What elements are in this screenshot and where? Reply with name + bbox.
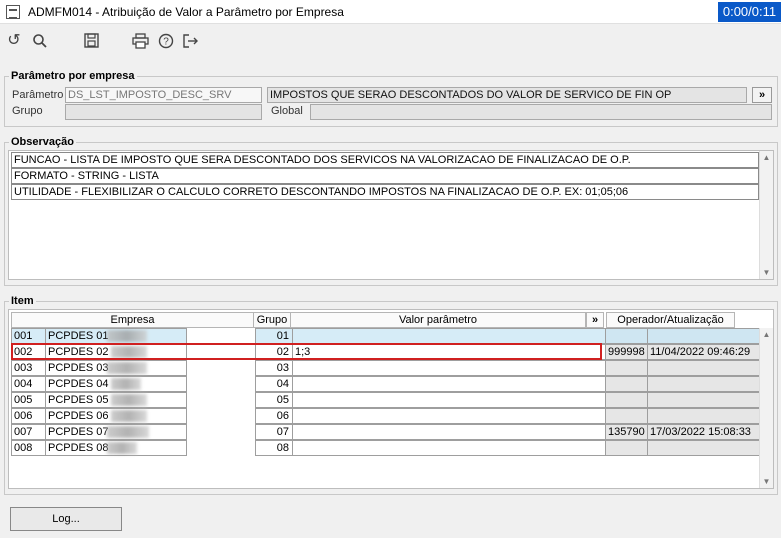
row-grupo: 07 — [255, 424, 293, 440]
row-code: 008 — [11, 440, 46, 456]
observacao-scrollbar[interactable]: ▲ ▼ — [759, 151, 773, 279]
header-valor[interactable]: Valor parâmetro — [290, 312, 586, 328]
observacao-legend: Observação — [11, 136, 74, 148]
redacted-area — [111, 394, 147, 406]
row-operador — [605, 440, 648, 456]
row-operador — [605, 328, 648, 344]
expand-param-button[interactable]: » — [752, 87, 772, 103]
row-data — [647, 392, 761, 408]
observacao-line-2: FORMATO - STRING - LISTA — [11, 168, 759, 184]
row-operador: 999998 — [605, 344, 648, 360]
grupo-label: Grupo — [12, 105, 43, 117]
scroll-down-icon[interactable]: ▼ — [762, 477, 771, 486]
redacted-area — [111, 378, 141, 390]
row-data — [647, 408, 761, 424]
row-grupo: 04 — [255, 376, 293, 392]
window-title: ADMFM014 - Atribuição de Valor a Parâmet… — [28, 5, 344, 19]
row-data — [647, 360, 761, 376]
row-grupo: 08 — [255, 440, 293, 456]
svg-text:?: ? — [163, 37, 169, 48]
redacted-area — [107, 426, 149, 438]
scroll-up-icon[interactable]: ▲ — [762, 330, 771, 339]
title-bar: ADMFM014 - Atribuição de Valor a Parâmet… — [0, 0, 781, 24]
row-data — [647, 376, 761, 392]
redacted-area — [107, 330, 147, 342]
row-data — [647, 440, 761, 456]
search-icon[interactable] — [29, 30, 51, 52]
parametro-description: IMPOSTOS QUE SERAO DESCONTADOS DO VALOR … — [267, 87, 747, 103]
row-code: 004 — [11, 376, 46, 392]
row-operador — [605, 376, 648, 392]
row-valor[interactable] — [292, 376, 606, 392]
row-operador — [605, 360, 648, 376]
parametro-field[interactable]: DS_LST_IMPOSTO_DESC_SRV — [65, 87, 262, 103]
row-data: 17/03/2022 15:08:33 — [647, 424, 761, 440]
row-valor[interactable] — [292, 360, 606, 376]
row-data: 11/04/2022 09:46:29 — [647, 344, 761, 360]
redacted-area — [107, 362, 147, 374]
param-section-legend: Parâmetro por empresa — [11, 70, 135, 82]
row-valor[interactable] — [292, 392, 606, 408]
table-row[interactable]: 008 PCPDES 08 08 — [11, 440, 761, 456]
exit-icon[interactable] — [179, 30, 201, 52]
item-grid-scrollbar[interactable]: ▲ ▼ — [759, 328, 773, 488]
row-valor[interactable] — [292, 424, 606, 440]
row-code: 006 — [11, 408, 46, 424]
highlighted-row-outline — [11, 343, 602, 360]
table-row[interactable]: 001 PCPDES 01 01 — [11, 328, 761, 344]
observacao-line-1: FUNCAO - LISTA DE IMPOSTO QUE SERA DESCO… — [11, 152, 759, 168]
scroll-up-icon[interactable]: ▲ — [762, 153, 771, 162]
row-grupo: 06 — [255, 408, 293, 424]
item-legend: Item — [11, 295, 34, 307]
app-icon — [6, 5, 20, 19]
row-grupo: 01 — [255, 328, 293, 344]
redacted-area — [111, 410, 147, 422]
recording-timer: 0:00/0:11 — [718, 2, 781, 22]
table-row[interactable]: 004 PCPDES 04 04 — [11, 376, 761, 392]
observacao-line-3: UTILIDADE - FLEXIBILIZAR O CALCULO CORRE… — [11, 184, 759, 200]
row-operador — [605, 392, 648, 408]
row-code: 003 — [11, 360, 46, 376]
table-row[interactable]: 007 PCPDES 07 07 135790 17/03/2022 15:08… — [11, 424, 761, 440]
row-operador: 135790 — [605, 424, 648, 440]
row-operador — [605, 408, 648, 424]
row-code: 001 — [11, 328, 46, 344]
header-expand-button[interactable]: » — [586, 312, 604, 328]
refresh-icon[interactable]: ↺ — [3, 30, 25, 52]
parametro-label: Parâmetro — [12, 89, 64, 101]
row-valor[interactable] — [292, 408, 606, 424]
observacao-textbox[interactable]: FUNCAO - LISTA DE IMPOSTO QUE SERA DESCO… — [8, 150, 774, 280]
global-field[interactable] — [310, 104, 772, 120]
row-data — [647, 328, 761, 344]
table-row[interactable]: 003 PCPDES 03 03 — [11, 360, 761, 376]
table-row[interactable]: 005 PCPDES 05 05 — [11, 392, 761, 408]
global-label: Global — [271, 105, 303, 117]
item-grid: Empresa Grupo Valor parâmetro » Operador… — [8, 309, 774, 489]
header-empresa[interactable]: Empresa — [11, 312, 254, 328]
redacted-area — [107, 442, 137, 454]
header-operador[interactable]: Operador/Atualização — [606, 312, 735, 328]
row-code: 007 — [11, 424, 46, 440]
help-icon[interactable]: ? — [155, 30, 177, 52]
row-grupo: 05 — [255, 392, 293, 408]
save-icon[interactable] — [80, 30, 102, 52]
row-grupo: 03 — [255, 360, 293, 376]
header-grupo[interactable]: Grupo — [253, 312, 291, 328]
log-button[interactable]: Log... — [10, 507, 122, 531]
grupo-field[interactable] — [65, 104, 262, 120]
row-valor[interactable] — [292, 440, 606, 456]
scroll-down-icon[interactable]: ▼ — [762, 268, 771, 277]
row-valor[interactable] — [292, 328, 606, 344]
toolbar: ↺ ? — [0, 26, 781, 58]
print-icon[interactable] — [129, 30, 151, 52]
row-code: 005 — [11, 392, 46, 408]
table-row[interactable]: 006 PCPDES 06 06 — [11, 408, 761, 424]
